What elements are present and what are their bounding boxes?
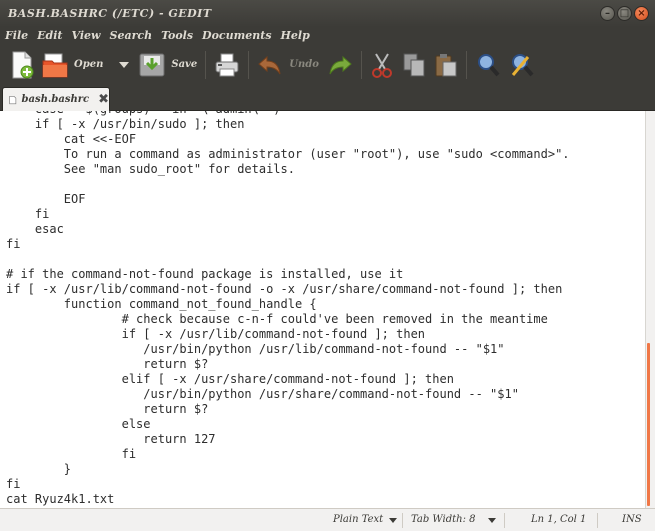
document-tabs: bash.bashrc ✖ [0, 85, 655, 111]
status-separator [597, 513, 598, 528]
tab-width-selector[interactable]: Tab Width: 8 [411, 514, 476, 525]
tab-bash-bashrc[interactable]: bash.bashrc ✖ [2, 87, 110, 111]
menu-edit[interactable]: Edit [32, 29, 66, 42]
menu-documents[interactable]: Documents [197, 29, 275, 42]
code-line: return $? [6, 402, 209, 416]
toolbar: Open Save Undo [0, 44, 655, 85]
menu-tools[interactable]: Tools [156, 29, 197, 42]
maximize-button[interactable]: □ [617, 6, 632, 21]
open-label: Open [74, 59, 104, 70]
text-file-icon [9, 95, 17, 104]
code-line: if [ -x /usr/lib/command-not-found ]; th… [6, 327, 426, 341]
print-icon [215, 53, 239, 76]
tab-label: bash.bashrc [21, 94, 90, 105]
open-folder-icon [42, 53, 68, 77]
undo-label: Undo [289, 59, 319, 70]
find-replace-button[interactable] [505, 47, 539, 83]
code-line: return $? [6, 357, 209, 371]
toolbar-separator [205, 50, 207, 79]
text-editor[interactable]: case " $(groups) " in *\ admin\ *) if [ … [0, 111, 645, 508]
insert-mode: INS [622, 514, 642, 525]
paste-button[interactable] [430, 47, 462, 83]
find-button[interactable] [471, 47, 505, 83]
language-chevron-down-icon[interactable] [389, 518, 397, 523]
menu-view[interactable]: View [67, 29, 105, 42]
code-line: See "man sudo_root" for details. [6, 162, 295, 176]
code-line: /usr/bin/python /usr/lib/command-not-fou… [6, 342, 505, 356]
window-controls: – □ × [600, 6, 649, 21]
toolbar-separator [248, 50, 250, 79]
status-bar: Plain Text Tab Width: 8 Ln 1, Col 1 INS [0, 508, 655, 531]
language-selector[interactable]: Plain Text [333, 514, 383, 525]
save-label: Save [171, 59, 198, 70]
undo-icon [258, 55, 281, 74]
code-view: case " $(groups) " in *\ admin\ *) if [ … [6, 111, 570, 507]
cut-icon [371, 52, 392, 78]
redo-icon [329, 55, 352, 74]
code-line: fi [6, 477, 21, 491]
new-button[interactable] [0, 47, 38, 83]
code-line: fi [6, 207, 50, 221]
code-line: cat <<-EOF [6, 132, 137, 146]
redo-button[interactable] [323, 47, 357, 83]
open-button[interactable]: Open [38, 47, 107, 83]
menu-search[interactable]: Search [105, 29, 157, 42]
code-line: # check because c-n-f could've been remo… [6, 312, 548, 326]
minimize-button[interactable]: – [600, 6, 615, 21]
status-separator [504, 513, 505, 528]
code-line: return 127 [6, 432, 216, 446]
paste-icon [435, 53, 457, 76]
menu-bar: File Edit View Search Tools Documents He… [0, 27, 655, 44]
title-bar: BASH.BASHRC (/ETC) - GEDIT – □ × [0, 0, 655, 27]
code-line: cat Ryuz4k1.txt [6, 492, 115, 506]
code-line: EOF [6, 192, 86, 206]
scrollbar-thumb[interactable] [647, 343, 650, 506]
new-document-icon [12, 51, 34, 78]
find-replace-icon [511, 53, 534, 76]
code-line: function command_not_found_handle { [6, 297, 317, 311]
close-tab-icon[interactable]: ✖ [98, 92, 109, 107]
save-button[interactable]: Save [135, 47, 201, 83]
cut-button[interactable] [366, 47, 398, 83]
status-separator [402, 513, 403, 528]
code-line: esac [6, 222, 64, 236]
copy-icon [403, 53, 425, 76]
code-line: # if the command-not-found package is in… [6, 267, 404, 281]
undo-button[interactable]: Undo [253, 47, 323, 83]
code-line: /usr/bin/python /usr/share/command-not-f… [6, 387, 519, 401]
save-icon [139, 53, 165, 76]
code-line: To run a command as administrator (user … [6, 147, 570, 161]
tab-width-chevron-down-icon[interactable] [488, 518, 496, 523]
code-line: elif [ -x /usr/share/command-not-found ]… [6, 372, 454, 386]
open-recent-dropdown[interactable] [119, 61, 130, 68]
toolbar-separator [465, 50, 467, 79]
code-line: fi [6, 237, 21, 251]
code-line: fi [6, 447, 137, 461]
print-button[interactable] [210, 47, 244, 83]
code-line: if [ -x /usr/bin/sudo ]; then [6, 117, 245, 131]
menu-file[interactable]: File [0, 29, 32, 42]
window-title: BASH.BASHRC (/ETC) - GEDIT [8, 7, 212, 20]
code-line: else [6, 417, 151, 431]
menu-help[interactable]: Help [276, 29, 314, 42]
code-line: } [6, 462, 72, 476]
vertical-scrollbar[interactable] [645, 111, 655, 508]
cursor-position: Ln 1, Col 1 [531, 514, 587, 525]
close-window-button[interactable]: × [634, 6, 649, 21]
copy-button[interactable] [398, 47, 430, 83]
toolbar-separator [360, 50, 362, 79]
code-line: if [ -x /usr/lib/command-not-found -o -x… [6, 282, 563, 296]
find-icon [477, 53, 500, 76]
